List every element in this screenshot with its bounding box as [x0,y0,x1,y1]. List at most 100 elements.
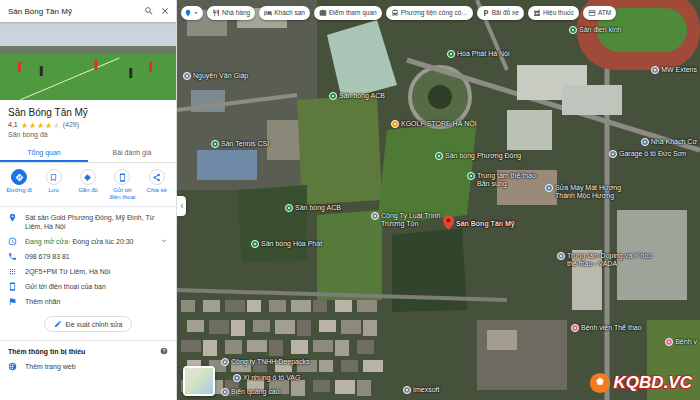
expand-icon[interactable] [160,237,168,245]
category-chip[interactable]: ATM [583,6,616,20]
action-button[interactable]: Lưu [38,169,69,201]
map-place[interactable]: Bệnh v [665,338,697,346]
search-bar[interactable]: Sân Bóng Tân Mỹ [0,0,176,22]
map-place[interactable]: Imexsoft [403,386,439,394]
place-label[interactable]: Trung tâm thể thao Bắn súng [477,172,543,188]
search-icon[interactable] [144,6,154,16]
place-label[interactable]: MW Extens [661,66,697,74]
category-chip[interactable]: Phương tiện công cộ… [386,6,473,20]
action-circle[interactable] [11,169,27,185]
place-label[interactable]: Sửa Máy Mát Hương Thành Mộc Hương [555,184,625,200]
info-row[interactable]: Thêm nhãn [0,294,176,309]
tab[interactable]: Tổng quan [0,144,88,162]
action-circle[interactable] [46,169,62,185]
map-place[interactable]: Sửa Máy Mát Hương Thành Mộc Hương [545,184,625,200]
collapse-panel-button[interactable] [177,196,186,216]
map-place[interactable]: Nhà Khách Cơ [641,138,697,146]
place-label[interactable]: Trung tâm Doping và Y học thể thao - VAD… [567,252,653,268]
map-place[interactable]: Công ty TNHH Deepacks [221,358,309,366]
search-query[interactable]: Sân Bóng Tân Mỹ [8,7,138,16]
place-label[interactable]: Biển quảng cáo [231,388,280,396]
place-pin-icon[interactable] [221,388,229,396]
action-button[interactable]: Gần đó [72,169,103,201]
info-row[interactable]: 098 679 83 81 [0,249,176,264]
info-row[interactable]: Đang mở cửa· Đóng cửa lúc 20:30 [0,234,176,249]
place-pin-icon[interactable] [571,324,579,332]
place-label[interactable]: Sân bóng Hòa Phát [261,240,322,248]
place-pin-icon[interactable] [557,252,565,260]
place-label[interactable]: Hòa Phát Hà Nội [457,50,510,58]
place-label[interactable]: Sân bóng ACB [339,92,385,100]
tab[interactable]: Bài đánh giá [88,144,176,162]
info-row[interactable]: 2QF5+PM Từ Liêm, Hà Nội [0,264,176,279]
place-pin-icon[interactable] [233,374,241,382]
place-label[interactable]: KGOLF STORE HÀ NỘI [401,120,477,128]
selected-pin-icon[interactable] [443,215,454,230]
add-website[interactable]: Thêm trang web [0,359,176,374]
layers-button[interactable] [183,366,215,396]
place-pin-icon[interactable] [329,92,337,100]
place-pin-icon[interactable] [467,172,475,180]
map-place[interactable]: Bệnh viện Thể thao [571,324,642,332]
map-place[interactable]: KGOLF STORE HÀ NỘI [391,120,477,128]
map-place[interactable]: Sân bóng ACB [285,204,341,212]
review-count[interactable]: (429) [63,120,79,130]
place-label[interactable]: Sân bóng Phương Đông [445,152,521,160]
map-place[interactable]: Biển quảng cáo [221,388,280,396]
map-place[interactable]: Sân Tennis CSI [211,140,269,148]
action-circle[interactable] [80,169,96,185]
category-chip[interactable]: Nhà hàng [207,6,255,20]
action-button[interactable]: Gửi tới điện thoại [107,169,138,201]
place-label[interactable]: Sân Bóng Tân Mỹ [456,220,515,228]
category-chip[interactable]: Điểm tham quan [314,6,382,20]
place-label[interactable]: Sân điền kinh [579,26,621,34]
place-pin-icon[interactable] [211,140,219,148]
place-pin-icon[interactable] [665,338,673,346]
action-button[interactable]: Chia sẻ [141,169,172,201]
close-icon[interactable] [160,6,170,16]
place-label[interactable]: Công ty TNHH Deepacks [231,358,309,366]
place-pin-icon[interactable] [545,184,553,192]
map-place[interactable]: Sân bóng Hòa Phát [251,240,322,248]
map-place[interactable]: Sân điền kinh [569,26,621,34]
place-label[interactable]: Bệnh viện Thể thao [581,324,642,332]
place-label[interactable]: Nguyễn Văn Giáp [193,72,248,80]
place-pin-icon[interactable] [221,358,229,366]
map-place[interactable]: Công Ty Luật Trình Trương Tôn [371,212,441,228]
place-pin-icon[interactable] [569,26,577,34]
place-pin-icon[interactable] [447,50,455,58]
action-button[interactable]: Đường đi [4,169,35,201]
category-chip[interactable]: Hiệu thuốc [528,6,579,20]
place-pin-icon[interactable] [371,212,379,220]
help-icon[interactable] [160,347,168,355]
map-place[interactable]: Trung tâm Doping và Y học thể thao - VAD… [557,252,653,268]
place-pin-icon[interactable] [285,204,293,212]
suggest-edit-button[interactable]: Đề xuất chỉnh sửa [44,316,133,332]
map-place[interactable]: Sân Bóng Tân Mỹ [443,220,515,230]
place-label[interactable]: Nhà Khách Cơ [651,138,697,146]
map-place[interactable]: Trung tâm thể thao Bắn súng [467,172,543,188]
place-category[interactable]: Sân bóng đá [8,130,168,140]
layer-toggle[interactable] [181,6,203,20]
info-row[interactable]: Gửi tới điện thoại của bạn [0,279,176,294]
place-label[interactable]: Sân Tennis CSI [221,140,269,148]
map-place[interactable]: Xi nhung ô tô VAG [233,374,300,382]
map-place[interactable]: Sân bóng Phương Đông [435,152,521,160]
info-row[interactable]: Sát sân Gold Phương Đông, Mỹ Đình, Từ Li… [0,210,176,234]
place-label[interactable]: Bệnh v [675,338,697,346]
place-photo[interactable] [0,22,176,100]
place-label[interactable]: Xi nhung ô tô VAG [243,374,300,382]
category-chip[interactable]: Bãi đỗ xe [477,6,524,20]
place-pin-icon[interactable] [435,152,443,160]
action-circle[interactable] [149,169,165,185]
map-place[interactable]: Nguyễn Văn Giáp [183,72,248,80]
rating[interactable]: 4,1(429) [8,120,168,130]
place-pin-icon[interactable] [391,120,399,128]
satellite-map[interactable]: Nhà hàngKhách sạnĐiểm tham quanPhương ti… [177,0,700,400]
map-place[interactable]: Sân bóng ACB [329,92,385,100]
place-pin-icon[interactable] [183,72,191,80]
place-label[interactable]: Công Ty Luật Trình Trương Tôn [381,212,441,228]
place-pin-icon[interactable] [609,150,617,158]
map-place[interactable]: Garage ô tô Đức Sơn [609,150,686,158]
place-pin-icon[interactable] [641,138,649,146]
